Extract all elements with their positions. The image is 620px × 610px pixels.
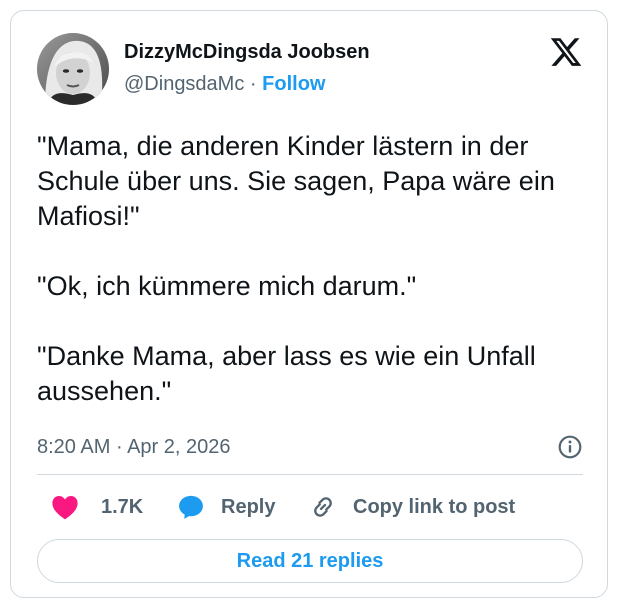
display-name[interactable]: DizzyMcDingsda Joobsen bbox=[124, 39, 370, 65]
tweet-header: DizzyMcDingsda Joobsen @DingsdaMc · Foll… bbox=[37, 33, 583, 113]
like-count: 1.7K bbox=[101, 495, 144, 518]
heart-icon bbox=[52, 496, 78, 520]
separator-dot: · bbox=[249, 73, 257, 95]
handle-row: @DingsdaMc · Follow bbox=[124, 71, 370, 97]
link-icon bbox=[314, 497, 332, 517]
copy-link-button[interactable]: Copy link to post bbox=[309, 489, 515, 525]
reply-button[interactable]: Reply bbox=[177, 489, 275, 525]
action-bar: 1.7K Reply Copy link to post bbox=[37, 489, 583, 525]
divider bbox=[37, 474, 583, 475]
copy-link-label: Copy link to post bbox=[353, 495, 516, 518]
reply-label: Reply bbox=[221, 495, 276, 518]
tweet-time[interactable]: 8:20 AM bbox=[37, 436, 110, 458]
avatar-image bbox=[37, 33, 109, 105]
avatar[interactable] bbox=[37, 33, 109, 105]
x-logo-icon[interactable] bbox=[549, 35, 583, 69]
tweet-paragraph: "Ok, ich kümmere mich darum." bbox=[37, 271, 417, 301]
like-button[interactable]: 1.7K bbox=[51, 489, 143, 525]
info-icon[interactable] bbox=[557, 434, 583, 460]
tweet-date[interactable]: Apr 2, 2026 bbox=[127, 436, 230, 458]
tweet-card: DizzyMcDingsda Joobsen @DingsdaMc · Foll… bbox=[10, 10, 608, 598]
tweet-meta: 8:20 AM · Apr 2, 2026 bbox=[37, 433, 583, 461]
meta-separator: · bbox=[115, 436, 123, 458]
user-identity: DizzyMcDingsda Joobsen @DingsdaMc · Foll… bbox=[124, 39, 370, 97]
follow-button[interactable]: Follow bbox=[262, 73, 325, 95]
user-handle[interactable]: @DingsdaMc bbox=[124, 73, 244, 95]
read-replies-button[interactable]: Read 21 replies bbox=[37, 539, 583, 583]
tweet-text: "Mama, die anderen Kinder lästern in der… bbox=[37, 129, 597, 409]
speech-bubble-icon bbox=[179, 495, 203, 519]
tweet-paragraph: "Mama, die anderen Kinder lästern in der… bbox=[37, 131, 555, 231]
tweet-paragraph: "Danke Mama, aber lass es wie ein Unfall… bbox=[37, 341, 536, 406]
